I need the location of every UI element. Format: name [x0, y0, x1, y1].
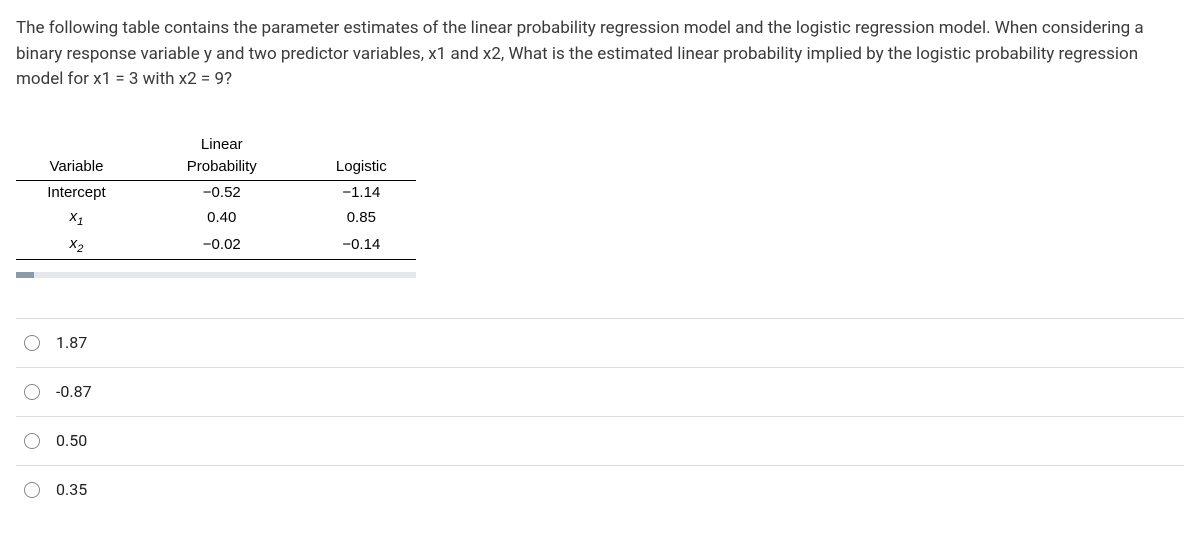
cell-linear: −0.02: [137, 232, 307, 259]
cell-variable: x1: [16, 205, 137, 232]
option-4[interactable]: 0.35: [16, 465, 1184, 514]
option-label: -0.87: [56, 380, 92, 404]
option-label: 0.50: [56, 429, 87, 453]
radio-icon: [24, 384, 40, 400]
table-header-linear: Linear Probability: [137, 133, 307, 181]
option-label: 1.87: [56, 331, 87, 355]
table-row: x2 −0.02 −0.14: [16, 232, 416, 259]
cell-linear: −0.52: [137, 180, 307, 205]
cell-variable: x2: [16, 232, 137, 259]
parameter-table: Variable Linear Probability Logistic Int…: [16, 133, 416, 260]
option-1[interactable]: 1.87: [16, 318, 1184, 367]
radio-icon: [24, 433, 40, 449]
table-row: Intercept −0.52 −1.14: [16, 180, 416, 205]
table-header-logistic: Logistic: [307, 133, 416, 181]
radio-icon: [24, 335, 40, 351]
option-3[interactable]: 0.50: [16, 416, 1184, 465]
scroll-indicator: [16, 272, 416, 278]
table-row: x1 0.40 0.85: [16, 205, 416, 232]
cell-logistic: −0.14: [307, 232, 416, 259]
cell-linear: 0.40: [137, 205, 307, 232]
radio-icon: [24, 482, 40, 498]
question-text: The following table contains the paramet…: [16, 16, 1184, 93]
cell-variable: Intercept: [16, 180, 137, 205]
option-label: 0.35: [56, 478, 87, 502]
cell-logistic: −1.14: [307, 180, 416, 205]
cell-logistic: 0.85: [307, 205, 416, 232]
option-2[interactable]: -0.87: [16, 367, 1184, 416]
answer-options: 1.87 -0.87 0.50 0.35: [16, 318, 1184, 514]
table-header-variable: Variable: [16, 133, 137, 181]
